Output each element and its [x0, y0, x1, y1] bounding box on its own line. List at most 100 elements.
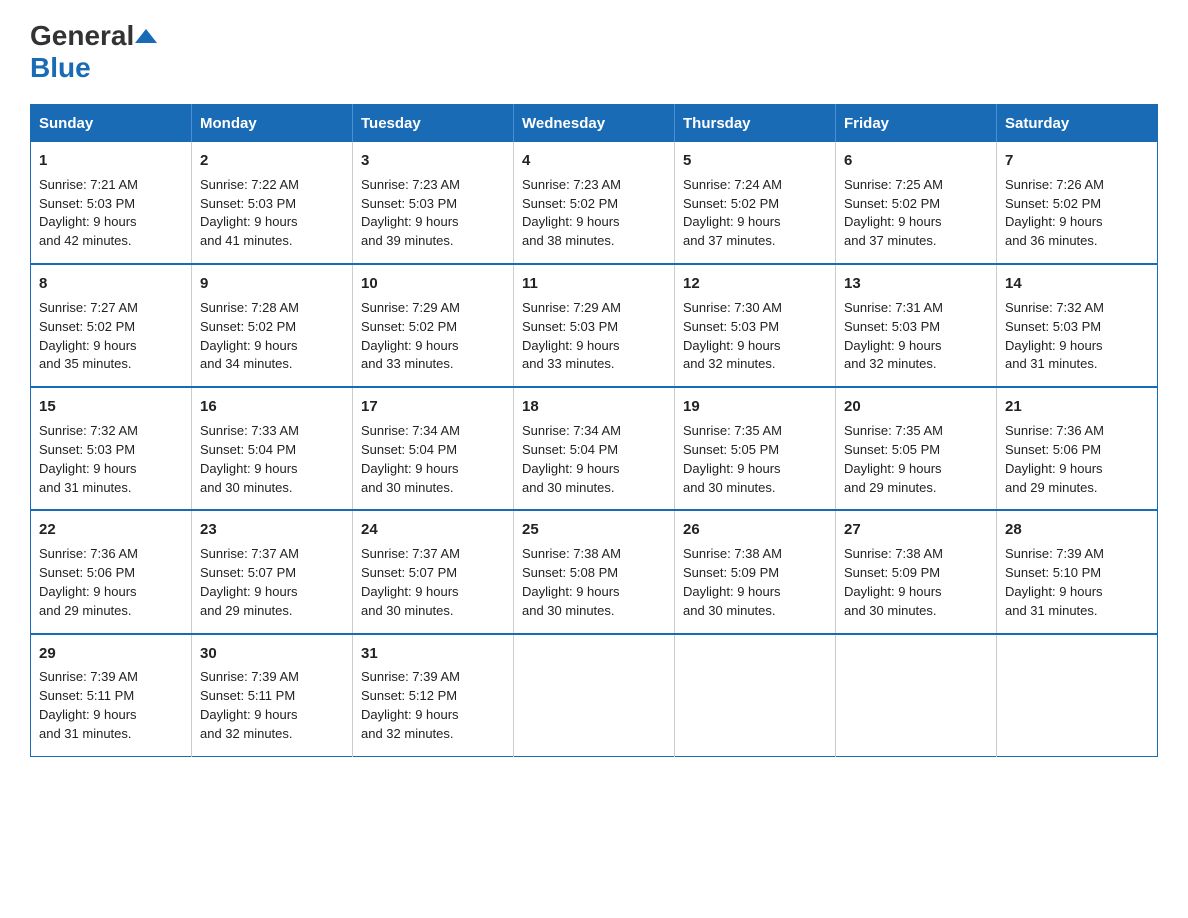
sunrise-text: Sunrise: 7:29 AM — [361, 300, 460, 315]
sunrise-text: Sunrise: 7:25 AM — [844, 177, 943, 192]
daylight-text: Daylight: 9 hours — [844, 584, 942, 599]
daylight-text: Daylight: 9 hours — [683, 584, 781, 599]
daylight-text: Daylight: 9 hours — [1005, 214, 1103, 229]
day-number: 1 — [39, 150, 183, 172]
day-number: 26 — [683, 519, 827, 541]
day-number: 11 — [522, 273, 666, 295]
sunset-text: Sunset: 5:02 PM — [683, 196, 779, 211]
sunset-text: Sunset: 5:02 PM — [522, 196, 618, 211]
daylight-minutes: and 32 minutes. — [200, 726, 293, 741]
daylight-text: Daylight: 9 hours — [844, 338, 942, 353]
daylight-minutes: and 31 minutes. — [1005, 356, 1098, 371]
daylight-minutes: and 30 minutes. — [683, 603, 776, 618]
sunset-text: Sunset: 5:05 PM — [683, 442, 779, 457]
daylight-minutes: and 29 minutes. — [200, 603, 293, 618]
sunrise-text: Sunrise: 7:22 AM — [200, 177, 299, 192]
daylight-minutes: and 33 minutes. — [361, 356, 454, 371]
daylight-minutes: and 30 minutes. — [361, 603, 454, 618]
day-number: 27 — [844, 519, 988, 541]
daylight-text: Daylight: 9 hours — [683, 461, 781, 476]
calendar-cell: 28Sunrise: 7:39 AMSunset: 5:10 PMDayligh… — [997, 510, 1158, 633]
daylight-text: Daylight: 9 hours — [200, 338, 298, 353]
daylight-minutes: and 35 minutes. — [39, 356, 132, 371]
sunrise-text: Sunrise: 7:27 AM — [39, 300, 138, 315]
sunset-text: Sunset: 5:11 PM — [200, 688, 295, 703]
calendar-cell: 20Sunrise: 7:35 AMSunset: 5:05 PMDayligh… — [836, 387, 997, 510]
sunset-text: Sunset: 5:09 PM — [683, 565, 779, 580]
logo: General Blue — [30, 20, 158, 84]
sunset-text: Sunset: 5:04 PM — [522, 442, 618, 457]
sunset-text: Sunset: 5:09 PM — [844, 565, 940, 580]
sunrise-text: Sunrise: 7:33 AM — [200, 423, 299, 438]
daylight-minutes: and 31 minutes. — [1005, 603, 1098, 618]
page-header: General Blue — [30, 20, 1158, 84]
daylight-minutes: and 32 minutes. — [844, 356, 937, 371]
calendar-table: SundayMondayTuesdayWednesdayThursdayFrid… — [30, 104, 1158, 757]
sunset-text: Sunset: 5:03 PM — [1005, 319, 1101, 334]
sunrise-text: Sunrise: 7:34 AM — [522, 423, 621, 438]
daylight-minutes: and 38 minutes. — [522, 233, 615, 248]
day-number: 18 — [522, 396, 666, 418]
day-number: 9 — [200, 273, 344, 295]
weekday-header-thursday: Thursday — [675, 105, 836, 143]
daylight-text: Daylight: 9 hours — [200, 214, 298, 229]
daylight-text: Daylight: 9 hours — [361, 707, 459, 722]
sunrise-text: Sunrise: 7:24 AM — [683, 177, 782, 192]
sunrise-text: Sunrise: 7:30 AM — [683, 300, 782, 315]
calendar-cell: 23Sunrise: 7:37 AMSunset: 5:07 PMDayligh… — [192, 510, 353, 633]
daylight-minutes: and 34 minutes. — [200, 356, 293, 371]
day-number: 14 — [1005, 273, 1149, 295]
daylight-minutes: and 37 minutes. — [844, 233, 937, 248]
calendar-cell: 4 Sunrise: 7:23 AM Sunset: 5:02 PM Daylight… — [514, 142, 675, 264]
sunset-text: Sunset: 5:04 PM — [200, 442, 296, 457]
sunset-text: Sunset: 5:11 PM — [39, 688, 134, 703]
logo-blue: Blue — [30, 52, 91, 83]
sunset-text: Sunset: 5:02 PM — [39, 319, 135, 334]
calendar-cell: 18Sunrise: 7:34 AMSunset: 5:04 PMDayligh… — [514, 387, 675, 510]
calendar-cell: 13Sunrise: 7:31 AMSunset: 5:03 PMDayligh… — [836, 264, 997, 387]
sunrise-text: Sunrise: 7:39 AM — [361, 669, 460, 684]
sunset-text: Sunset: 5:03 PM — [844, 319, 940, 334]
calendar-cell — [514, 634, 675, 757]
daylight-minutes: and 41 minutes. — [200, 233, 293, 248]
daylight-minutes: and 29 minutes. — [39, 603, 132, 618]
daylight-minutes: and 30 minutes. — [522, 603, 615, 618]
day-number: 22 — [39, 519, 183, 541]
calendar-week-5: 29Sunrise: 7:39 AMSunset: 5:11 PMDayligh… — [31, 634, 1158, 757]
day-number: 16 — [200, 396, 344, 418]
weekday-header-monday: Monday — [192, 105, 353, 143]
daylight-text: Daylight: 9 hours — [522, 214, 620, 229]
sunset-text: Sunset: 5:03 PM — [683, 319, 779, 334]
calendar-cell: 25Sunrise: 7:38 AMSunset: 5:08 PMDayligh… — [514, 510, 675, 633]
calendar-cell: 14 Sunrise: 7:32 AM Sunset: 5:03 PM Dayligh… — [997, 264, 1158, 387]
sunrise-text: Sunrise: 7:39 AM — [200, 669, 299, 684]
calendar-week-2: 8Sunrise: 7:27 AMSunset: 5:02 PMDaylight… — [31, 264, 1158, 387]
sunrise-text: Sunrise: 7:29 AM — [522, 300, 621, 315]
sunrise-text: Sunrise: 7:38 AM — [522, 546, 621, 561]
daylight-text: Daylight: 9 hours — [1005, 338, 1103, 353]
sunrise-text: Sunrise: 7:28 AM — [200, 300, 299, 315]
daylight-minutes: and 39 minutes. — [361, 233, 454, 248]
calendar-cell: 16Sunrise: 7:33 AMSunset: 5:04 PMDayligh… — [192, 387, 353, 510]
logo-triangle-icon — [135, 27, 157, 45]
sunrise-text: Sunrise: 7:38 AM — [844, 546, 943, 561]
logo-general: General — [30, 20, 134, 52]
sunset-text: Sunset: 5:02 PM — [1005, 196, 1101, 211]
daylight-text: Daylight: 9 hours — [683, 338, 781, 353]
sunrise-text: Sunrise: 7:36 AM — [1005, 423, 1104, 438]
sunrise-text: Sunrise: 7:32 AM — [1005, 300, 1104, 315]
weekday-header-tuesday: Tuesday — [353, 105, 514, 143]
sunset-text: Sunset: 5:03 PM — [39, 442, 135, 457]
calendar-week-4: 22Sunrise: 7:36 AMSunset: 5:06 PMDayligh… — [31, 510, 1158, 633]
sunrise-text: Sunrise: 7:21 AM — [39, 177, 138, 192]
daylight-text: Daylight: 9 hours — [200, 707, 298, 722]
daylight-minutes: and 42 minutes. — [39, 233, 132, 248]
calendar-cell: 22Sunrise: 7:36 AMSunset: 5:06 PMDayligh… — [31, 510, 192, 633]
daylight-minutes: and 32 minutes. — [361, 726, 454, 741]
sunrise-text: Sunrise: 7:23 AM — [522, 177, 621, 192]
daylight-minutes: and 33 minutes. — [522, 356, 615, 371]
day-number: 4 — [522, 150, 666, 172]
calendar-cell: 29Sunrise: 7:39 AMSunset: 5:11 PMDayligh… — [31, 634, 192, 757]
day-number: 12 — [683, 273, 827, 295]
sunset-text: Sunset: 5:06 PM — [1005, 442, 1101, 457]
